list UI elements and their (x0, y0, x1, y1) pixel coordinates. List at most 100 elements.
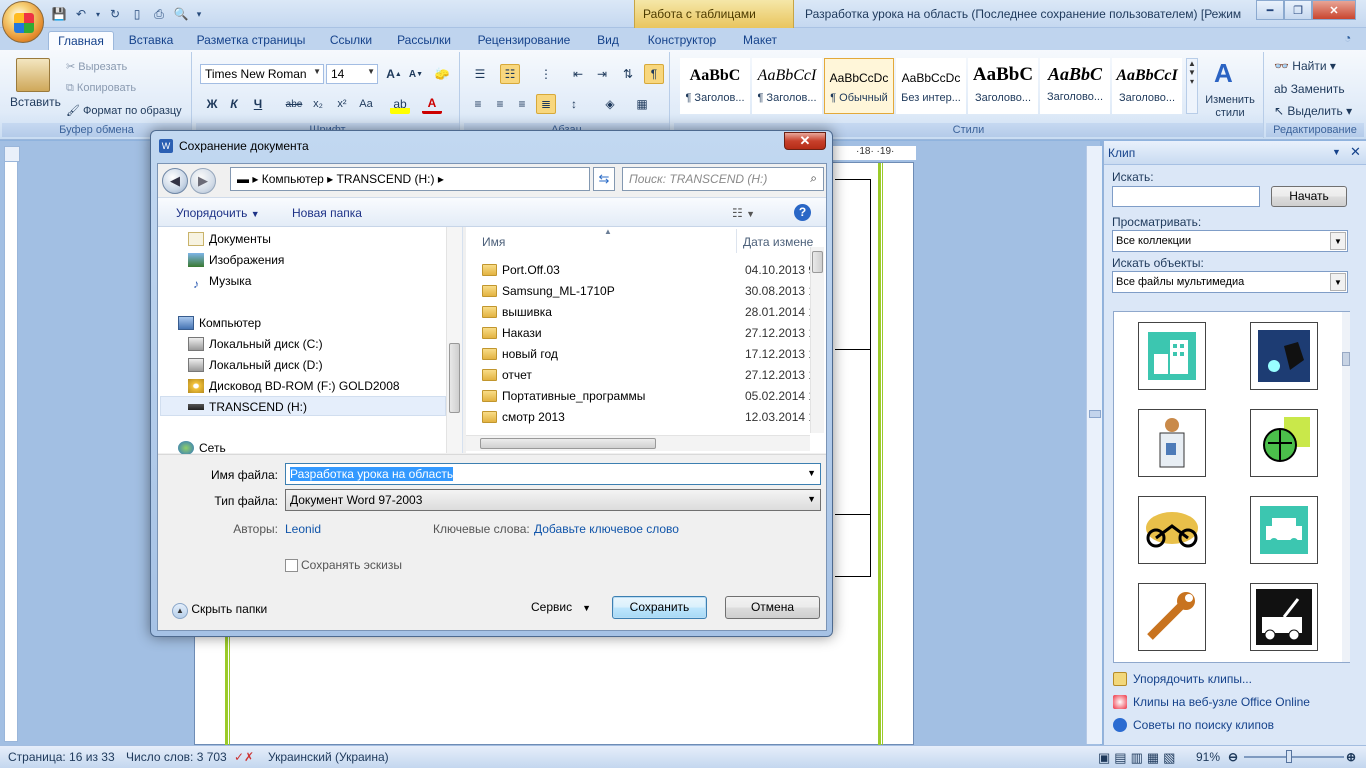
clip-search-input[interactable] (1112, 186, 1260, 207)
font-color-icon[interactable]: A (422, 94, 442, 114)
chevron-down-icon[interactable]: ▼ (1332, 147, 1341, 157)
hscroll-thumb[interactable] (480, 438, 656, 449)
zoom-slider[interactable] (1244, 756, 1344, 758)
print-preview-icon[interactable]: 🔍 (172, 5, 190, 23)
strikethrough-button[interactable]: abe (284, 94, 304, 114)
filetype-select[interactable]: Документ Word 97-2003 ▼ (285, 489, 821, 511)
organize-clips-link[interactable]: Упорядочить клипы... (1113, 672, 1252, 686)
save-icon[interactable]: 💾 (50, 5, 68, 23)
underline-button[interactable]: Ч (248, 94, 268, 114)
minimize-icon[interactable]: ━ (1256, 0, 1284, 20)
tab-insert[interactable]: Вставка (120, 31, 182, 50)
filename-input[interactable]: Разработка урока на область ▼ (285, 463, 821, 485)
vscroll-thumb[interactable] (812, 251, 823, 273)
change-case-button[interactable]: Aa (356, 94, 376, 114)
clip-thumb-taxi[interactable] (1250, 496, 1318, 564)
clip-thumb-doctor[interactable] (1138, 409, 1206, 477)
borders-icon[interactable]: ▦ (632, 94, 652, 114)
zoom-slider-thumb[interactable] (1286, 750, 1292, 763)
forward-icon[interactable]: ▶ (190, 168, 216, 194)
nav-item-documents[interactable]: Документы (188, 232, 271, 246)
print-icon[interactable]: ⎙ (150, 5, 168, 23)
change-styles-button[interactable]: Изменить стили (1200, 94, 1260, 120)
save-button[interactable]: Сохранить (612, 596, 707, 619)
zoom-in-icon[interactable]: ⊕ (1346, 750, 1356, 764)
redo-icon[interactable]: ↻ (106, 5, 124, 23)
back-icon[interactable]: ◀ (162, 168, 188, 194)
shading-icon[interactable]: ◈ (600, 94, 620, 114)
help-icon[interactable]: ◔ (1344, 31, 1362, 47)
bullets-icon[interactable]: ☰ (470, 64, 490, 84)
nav-scrollbar[interactable] (446, 227, 462, 453)
undo-icon[interactable]: ↶ (72, 5, 90, 23)
nav-item-bd-rom[interactable]: Дисковод BD-ROM (F:) GOLD2008 (188, 379, 400, 393)
scroll-thumb[interactable] (1089, 410, 1101, 418)
style-heading-a[interactable]: AaBbC Заголово... (968, 58, 1038, 114)
tab-selector[interactable] (4, 146, 20, 162)
nav-item-drive-d[interactable]: Локальный диск (D:) (188, 358, 323, 372)
views-icon[interactable]: ☷ ▼ (732, 206, 755, 220)
decrease-indent-icon[interactable]: ⇤ (568, 64, 588, 84)
view-buttons[interactable]: ▣▤▥▦▧ (1098, 750, 1179, 766)
new-document-icon[interactable]: ▯ (128, 5, 146, 23)
address-bar[interactable]: ▬ ▸ Компьютер ▸ TRANSCEND (H:) ▸ (230, 167, 590, 191)
style-heading-1[interactable]: AaBbC ¶ Заголов... (680, 58, 750, 114)
cancel-button[interactable]: Отмена (725, 596, 820, 619)
search-input[interactable]: Поиск: TRANSCEND (H:) ⌕ (622, 167, 824, 191)
close-icon[interactable]: ✕ (1350, 144, 1361, 160)
bold-button[interactable]: Ж (202, 94, 222, 114)
search-tips-link[interactable]: Советы по поиску клипов (1113, 718, 1274, 732)
clip-go-button[interactable]: Начать (1271, 186, 1347, 207)
shrink-font-icon[interactable]: A ▼ (406, 64, 426, 84)
tab-view[interactable]: Вид (592, 31, 624, 50)
subscript-button[interactable]: x₂ (308, 94, 328, 114)
numbering-icon[interactable]: ☷ (500, 64, 520, 84)
nav-item-drive-c[interactable]: Локальный диск (C:) (188, 337, 323, 351)
style-heading-b[interactable]: AaBbC Заголово... (1040, 58, 1110, 114)
new-folder-button[interactable]: Новая папка (292, 206, 362, 220)
customize-qat-icon[interactable]: ▾ (194, 5, 204, 23)
clip-thumb-building[interactable] (1138, 322, 1206, 390)
align-left-icon[interactable]: ≡ (468, 94, 488, 114)
column-header-date[interactable]: Дата измене (743, 235, 813, 249)
select-button[interactable]: ↖ Выделить ▾ (1274, 104, 1352, 118)
help-icon[interactable]: ? (794, 204, 811, 221)
organize-button[interactable]: Упорядочить ▼ (176, 206, 260, 220)
format-painter-button[interactable]: 🖌 Формат по образцу (66, 104, 182, 117)
align-right-icon[interactable]: ≡ (512, 94, 532, 114)
nav-item-network[interactable]: Сеть (178, 441, 226, 455)
file-row[interactable]: отчет (482, 368, 532, 382)
file-row[interactable]: Накази (482, 326, 542, 340)
paste-icon[interactable] (16, 58, 50, 92)
tab-mailings[interactable]: Рассылки (392, 31, 456, 50)
tab-references[interactable]: Ссылки (324, 31, 378, 50)
restore-icon[interactable]: ❐ (1284, 0, 1312, 20)
tab-review[interactable]: Рецензирование (470, 31, 578, 50)
clip-thumb-wrench[interactable] (1138, 583, 1206, 651)
file-row[interactable]: Port.Off.03 (482, 263, 560, 277)
highlight-icon[interactable]: ab (390, 94, 410, 114)
dropdown-icon[interactable]: ▾ (94, 5, 102, 23)
clear-format-icon[interactable]: 🧽 (432, 64, 452, 84)
language[interactable]: Украинский (Украина) (268, 750, 389, 764)
file-row[interactable]: Портативные_программы (482, 389, 645, 403)
office-button[interactable] (2, 1, 44, 43)
nav-item-music[interactable]: ♪ Музыка (188, 274, 251, 291)
cut-button[interactable]: ✂ Вырезать (66, 60, 127, 73)
clip-thumb-welder[interactable] (1250, 322, 1318, 390)
style-heading-c[interactable]: AaBbCcI Заголово... (1112, 58, 1182, 114)
tab-design[interactable]: Конструктор (640, 31, 724, 50)
authors-value[interactable]: Leonid (285, 522, 321, 536)
save-thumbnails-checkbox[interactable] (285, 559, 298, 572)
file-row[interactable]: новый год (482, 347, 558, 361)
breadcrumb-computer[interactable]: Компьютер (262, 172, 324, 186)
copy-button[interactable]: ⧉ Копировать (66, 82, 136, 95)
style-normal[interactable]: AaBbCcDc ¶ Обычный (824, 58, 894, 114)
superscript-button[interactable]: x² (332, 94, 352, 114)
page-count[interactable]: Страница: 16 из 33 (8, 750, 115, 764)
clip-collections-select[interactable]: Все коллекции ▼ (1112, 230, 1348, 252)
zoom-level[interactable]: 91% (1196, 750, 1220, 764)
gallery-scrollbar[interactable] (1342, 312, 1350, 662)
tab-layout[interactable]: Макет (738, 31, 782, 50)
nav-item-computer[interactable]: Компьютер (178, 316, 261, 330)
